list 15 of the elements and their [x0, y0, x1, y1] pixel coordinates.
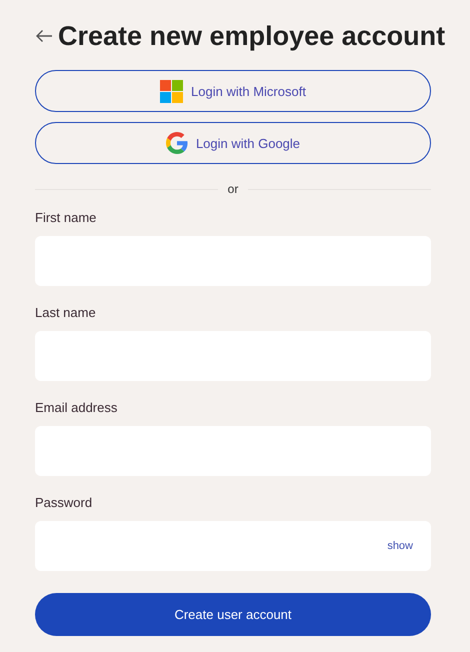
field-label: First name: [35, 210, 98, 225]
password-field[interactable]: show: [35, 521, 431, 571]
field-label: Password: [35, 495, 94, 510]
back-button[interactable]: [35, 29, 53, 43]
show-password-link[interactable]: show: [387, 540, 413, 552]
divider-label: or: [228, 182, 238, 196]
create-account-button[interactable]: Create user account: [35, 593, 431, 636]
back-arrow-icon: [35, 29, 53, 43]
windows-logo-icon: [160, 80, 184, 102]
google-login-button[interactable]: Login with Google: [35, 122, 431, 164]
g-logo-icon: [166, 132, 188, 154]
field-label: Email address: [35, 400, 118, 415]
field-label: Last name: [35, 305, 97, 320]
microsoft-login-button[interactable]: Login with Microsoft: [35, 70, 431, 112]
page-title: Create new employee account: [58, 20, 446, 52]
